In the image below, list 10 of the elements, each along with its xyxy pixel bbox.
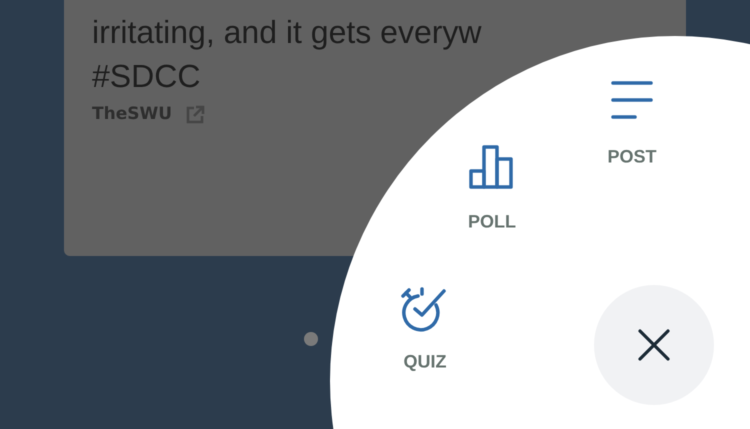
quote-text-line: #SDCC xyxy=(92,57,200,96)
bar-chart-icon xyxy=(469,145,515,189)
external-link-icon[interactable] xyxy=(186,104,206,124)
lines-icon xyxy=(611,79,653,121)
menu-option[interactable]: POLL xyxy=(468,212,516,232)
page-dot xyxy=(304,332,318,346)
quote-text-line: irritating, and it gets everyw xyxy=(92,13,482,52)
menu-option[interactable]: POST xyxy=(608,146,656,168)
menu-option[interactable]: QUIZ xyxy=(404,352,446,372)
close-icon xyxy=(638,329,670,361)
